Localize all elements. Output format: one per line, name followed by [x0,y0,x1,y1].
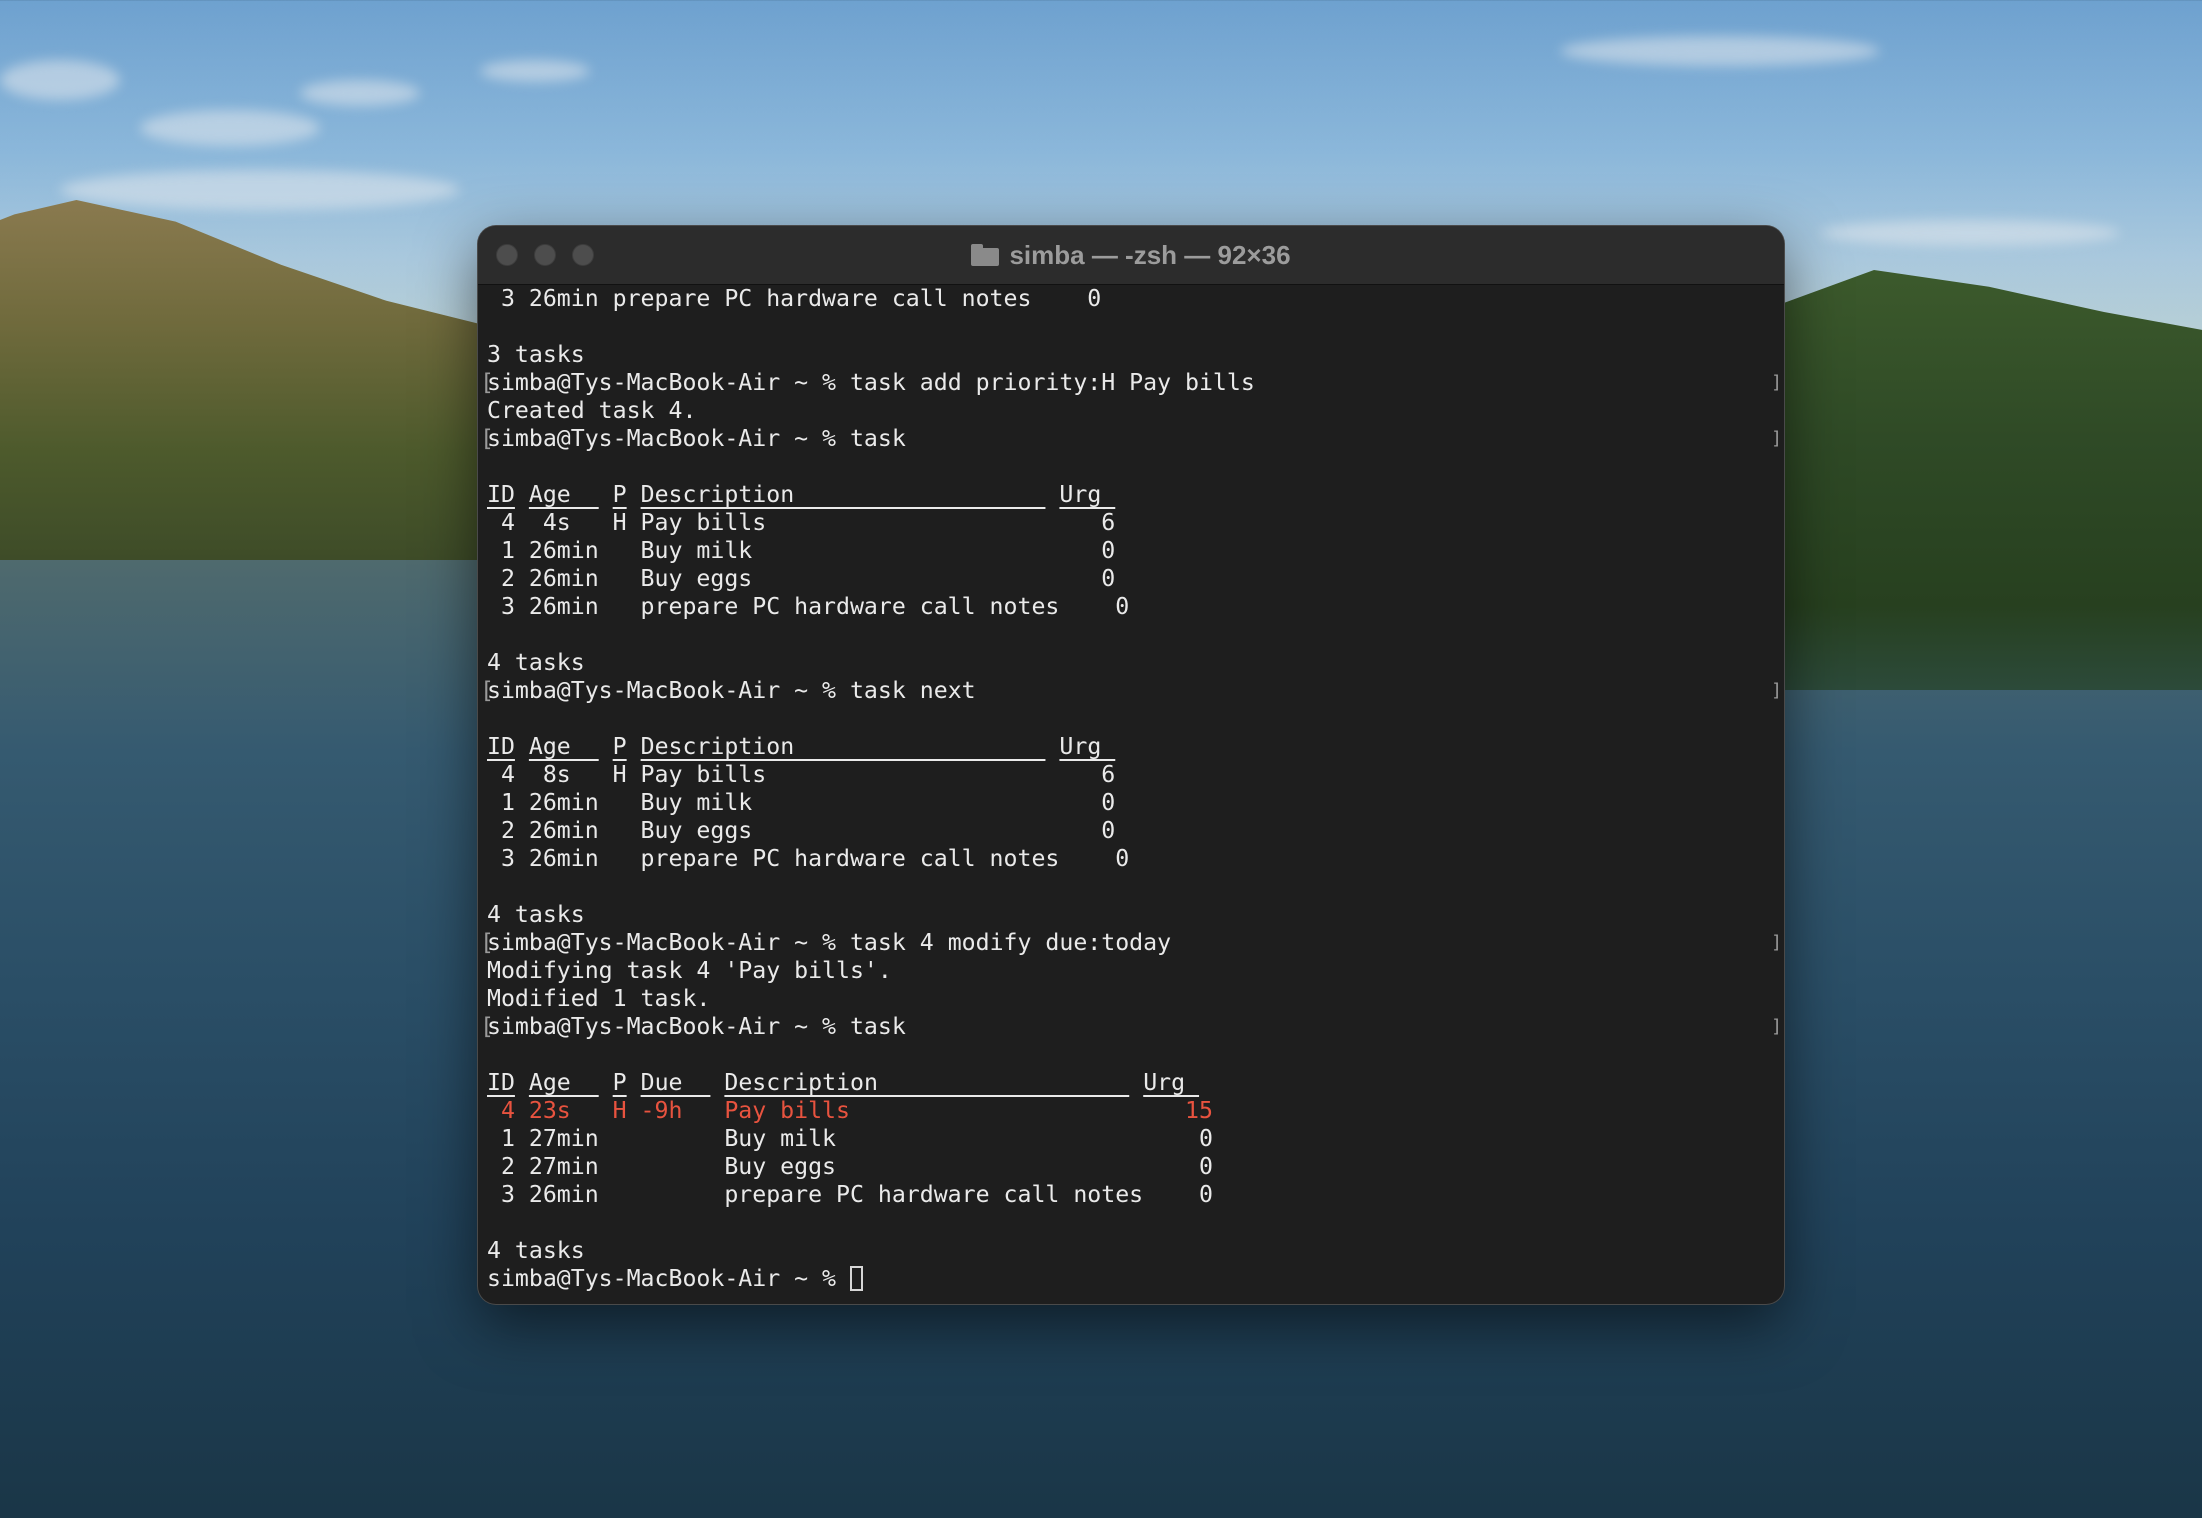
col-id: ID [487,481,515,508]
table-row: 3 26min prepare PC hardware call notes 0 [487,845,1130,872]
zoom-button[interactable] [572,244,594,266]
command: task [849,1013,906,1040]
col-age: Age [528,733,599,760]
output-line: 4 tasks [487,901,585,928]
cloud [480,60,590,82]
prompt: simba@Tys-MacBook-Air ~ % [487,677,850,704]
bracket-mark: [ [480,425,494,452]
bracket-mark: [ [480,1013,494,1040]
bracket-mark: ] [1771,680,1782,701]
table-row: 2 27min Buy eggs 0 [487,1153,1213,1180]
close-button[interactable] [496,244,518,266]
bracket-mark: ] [1771,932,1782,953]
col-description: Description [724,1069,1130,1096]
table-row: 4 8s H Pay bills 6 [487,761,1116,788]
col-age: Age [528,481,599,508]
command: task next [849,677,976,704]
table-row: 3 26min prepare PC hardware call notes 0 [487,1181,1213,1208]
col-priority: P [612,1069,627,1096]
col-id: ID [487,1069,515,1096]
prompt-line: [simba@Tys-MacBook-Air ~ % task next] [480,677,1784,705]
table-row: 1 26min Buy milk 0 [487,789,1116,816]
bracket-mark: [ [480,369,494,396]
output-line: 3 26min prepare PC hardware call notes 0 [487,285,1102,312]
table-header: ID Age P Due Description Urg [487,1069,1784,1097]
table-row: 1 27min Buy milk 0 [487,1125,1213,1152]
col-urgency: Urg [1059,481,1116,508]
table-header: ID Age P Description Urg [487,733,1784,761]
command: task add priority:H Pay bills [849,369,1255,396]
col-priority: P [612,733,627,760]
cloud [60,170,460,210]
prompt: simba@Tys-MacBook-Air ~ % [487,425,850,452]
cloud [300,80,420,106]
prompt: simba@Tys-MacBook-Air ~ % [487,929,850,956]
output-line: 4 tasks [487,1237,585,1264]
prompt-line: [simba@Tys-MacBook-Air ~ % task] [480,425,1784,453]
title-bar[interactable]: simba — -zsh — 92×36 [478,226,1784,285]
prompt: simba@Tys-MacBook-Air ~ % [487,369,850,396]
command: task 4 modify due:today [849,929,1172,956]
output-line: Modifying task 4 'Pay bills'. [487,957,892,984]
prompt-line: [simba@Tys-MacBook-Air ~ % task add prio… [480,369,1784,397]
table-row-overdue: 4 23s H -9h Pay bills 15 [487,1097,1213,1124]
bracket-mark: ] [1771,1016,1782,1037]
col-urgency: Urg [1059,733,1116,760]
cloud [1560,36,1880,66]
output-line: Created task 4. [487,397,697,424]
text-cursor [849,1266,863,1291]
prompt: simba@Tys-MacBook-Air ~ % [487,1265,850,1292]
folder-icon [971,244,1000,266]
col-urgency: Urg [1143,1069,1200,1096]
prompt-line: [simba@Tys-MacBook-Air ~ % task 4 modify… [480,929,1784,957]
bracket-mark: ] [1771,372,1782,393]
table-row: 2 26min Buy eggs 0 [487,817,1116,844]
window-title: simba — -zsh — 92×36 [971,239,1291,271]
cloud [0,60,120,100]
hill-right [1782,270,2202,690]
col-description: Description [640,733,1046,760]
col-description: Description [640,481,1046,508]
output-line: 4 tasks [487,649,585,676]
prompt: simba@Tys-MacBook-Air ~ % [487,1013,850,1040]
table-row: 4 4s H Pay bills 6 [487,509,1116,536]
bracket-mark: ] [1771,428,1782,449]
cloud [140,110,320,146]
window-title-text: simba — -zsh — 92×36 [1009,239,1291,270]
col-priority: P [612,481,627,508]
bracket-mark: [ [480,677,494,704]
hill-left [0,200,560,560]
cloud [1820,220,2120,246]
table-row: 3 26min prepare PC hardware call notes 0 [487,593,1130,620]
bracket-mark: [ [480,929,494,956]
prompt-line-active[interactable]: simba@Tys-MacBook-Air ~ % [487,1265,1784,1293]
window-controls [496,244,594,266]
col-age: Age [528,1069,599,1096]
col-id: ID [487,733,515,760]
minimize-button[interactable] [534,244,556,266]
col-due: Due [640,1069,711,1096]
output-line: 3 tasks [487,341,585,368]
table-header: ID Age P Description Urg [487,481,1784,509]
terminal-output[interactable]: 3 26min prepare PC hardware call notes 0… [478,285,1784,1303]
table-row: 2 26min Buy eggs 0 [487,565,1116,592]
terminal-window[interactable]: simba — -zsh — 92×36 3 26min prepare PC … [478,226,1784,1304]
prompt-line: [simba@Tys-MacBook-Air ~ % task] [480,1013,1784,1041]
output-line: Modified 1 task. [487,985,711,1012]
command: task [849,425,906,452]
table-row: 1 26min Buy milk 0 [487,537,1116,564]
